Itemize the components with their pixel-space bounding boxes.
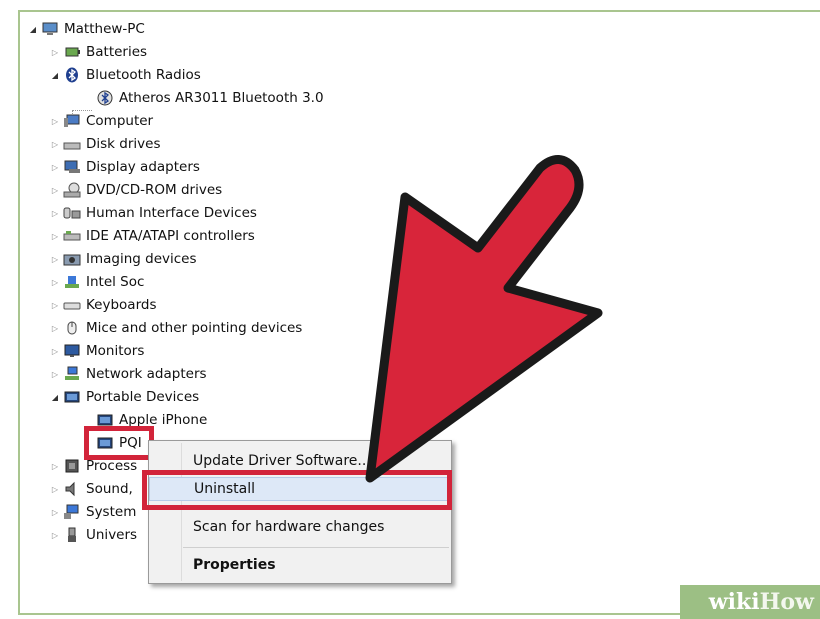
root-label: Matthew-PC [64, 21, 145, 37]
context-menu: Update Driver Software... Uninstall Scan… [148, 440, 452, 584]
usb-icon [63, 527, 81, 543]
tree-item-disk-drives[interactable]: ▷ Disk drives [50, 133, 161, 155]
tree-item-label: Keyboards [86, 297, 157, 313]
mouse-icon [63, 320, 81, 336]
menu-separator [183, 547, 449, 548]
expand-arrow-icon[interactable]: ▷ [50, 184, 60, 196]
tree-item-label: Display adapters [86, 159, 200, 175]
tree-item-batteries[interactable]: ▷ Batteries [50, 41, 147, 63]
tree-item-dvd-drives[interactable]: ▷ DVD/CD-ROM drives [50, 179, 222, 201]
tree-item-label: Human Interface Devices [86, 205, 257, 221]
expand-arrow-icon[interactable]: ▷ [50, 253, 60, 265]
chip-icon [63, 274, 81, 290]
system-device-icon [63, 504, 81, 520]
tree-item-label: Intel Soc [86, 274, 145, 290]
expand-arrow-icon[interactable]: ▷ [50, 161, 60, 173]
expand-arrow-icon[interactable]: ▷ [50, 529, 60, 541]
tree-item-label: DVD/CD-ROM drives [86, 182, 223, 198]
collapse-arrow-icon[interactable]: ◢ [50, 69, 60, 81]
collapse-arrow-icon[interactable]: ◢ [50, 391, 60, 403]
hid-icon [63, 205, 81, 221]
tree-item-label: Monitors [86, 343, 145, 359]
tree-item-keyboards[interactable]: ▷ Keyboards [50, 294, 157, 316]
processor-icon [63, 458, 81, 474]
disk-drive-icon [63, 136, 81, 152]
expand-arrow-icon[interactable]: ▷ [50, 483, 60, 495]
expand-arrow-icon[interactable]: ▷ [50, 345, 60, 357]
expand-arrow-icon[interactable]: ▷ [50, 506, 60, 518]
tree-item-atheros-bluetooth[interactable]: Atheros AR3011 Bluetooth 3.0 [96, 87, 324, 109]
tree-item-label: Computer [86, 113, 154, 129]
speaker-icon [63, 481, 81, 497]
expand-arrow-icon[interactable]: ▷ [50, 115, 60, 127]
battery-icon [63, 44, 81, 60]
computer-icon [41, 21, 59, 37]
tree-item-imaging-devices[interactable]: ▷ Imaging devices [50, 248, 197, 270]
camera-icon [63, 251, 81, 267]
tree-item-label: Univers [86, 527, 138, 543]
display-adapter-icon [63, 159, 81, 175]
tree-item-label: Network adapters [86, 366, 207, 382]
expand-arrow-icon[interactable]: ▷ [50, 368, 60, 380]
expand-arrow-icon[interactable]: ▷ [50, 322, 60, 334]
tree-item-display-adapters[interactable]: ▷ Display adapters [50, 156, 200, 178]
expand-arrow-icon[interactable]: ▷ [50, 230, 60, 242]
uninstall-highlight-box [142, 470, 452, 510]
expand-arrow-icon[interactable]: ▷ [50, 46, 60, 58]
tree-item-label: Mice and other pointing devices [86, 320, 303, 336]
tree-item-ide-controllers[interactable]: ▷ IDE ATA/ATAPI controllers [50, 225, 255, 247]
tree-item-computer[interactable]: ▷ Computer [50, 110, 153, 132]
tree-item-label: Portable Devices [86, 389, 200, 405]
tree-item-network-adapters[interactable]: ▷ Network adapters [50, 363, 207, 385]
expand-arrow-icon[interactable]: ▷ [50, 138, 60, 150]
tree-item-system-devices[interactable]: ▷ System [50, 501, 136, 523]
bluetooth-icon [63, 67, 81, 83]
tree-item-mice[interactable]: ▷ Mice and other pointing devices [50, 317, 302, 339]
tree-item-label: Imaging devices [86, 251, 197, 267]
dvd-drive-icon [63, 182, 81, 198]
collapse-arrow-icon[interactable]: ◢ [28, 23, 38, 35]
tree-item-label: Bluetooth Radios [86, 67, 201, 83]
tree-item-label: Disk drives [86, 136, 161, 152]
tree-root[interactable]: ◢ Matthew-PC [28, 18, 145, 40]
watermark-how: How [759, 589, 814, 615]
tree-item-monitors[interactable]: ▷ Monitors [50, 340, 144, 362]
tree-item-usb-controllers[interactable]: ▷ Univers [50, 524, 137, 546]
keyboard-icon [63, 297, 81, 313]
network-adapter-icon [63, 366, 81, 382]
tree-item-label: IDE ATA/ATAPI controllers [86, 228, 255, 244]
expand-arrow-icon[interactable]: ▷ [50, 299, 60, 311]
tree-item-human-interface-devices[interactable]: ▷ Human Interface Devices [50, 202, 257, 224]
tree-item-label: Atheros AR3011 Bluetooth 3.0 [119, 90, 324, 106]
expand-arrow-icon[interactable]: ▷ [50, 460, 60, 472]
tree-item-label: Sound, [86, 481, 133, 497]
tree-item-label: Batteries [86, 44, 148, 60]
ide-controller-icon [63, 228, 81, 244]
portable-device-icon [63, 389, 81, 405]
expand-arrow-icon[interactable]: ▷ [50, 276, 60, 288]
tree-item-label: System [86, 504, 137, 520]
monitor-icon [63, 343, 81, 359]
menu-item-properties[interactable]: Properties [149, 553, 451, 577]
tree-item-bluetooth-radios[interactable]: ◢ Bluetooth Radios [50, 64, 201, 86]
pqi-highlight-box [84, 426, 154, 460]
tree-item-sound[interactable]: ▷ Sound, [50, 478, 133, 500]
tree-item-portable-devices[interactable]: ◢ Portable Devices [50, 386, 199, 408]
tree-item-label: Process [86, 458, 138, 474]
expand-arrow-icon[interactable]: ▷ [50, 207, 60, 219]
menu-item-scan-hardware[interactable]: Scan for hardware changes [149, 515, 451, 539]
tree-item-intel-soc[interactable]: ▷ Intel Soc [50, 271, 145, 293]
watermark-wiki: wiki [708, 589, 760, 615]
wikihow-watermark: wiki How [680, 585, 820, 619]
computer-icon [63, 113, 81, 129]
bluetooth-device-icon [96, 90, 114, 106]
